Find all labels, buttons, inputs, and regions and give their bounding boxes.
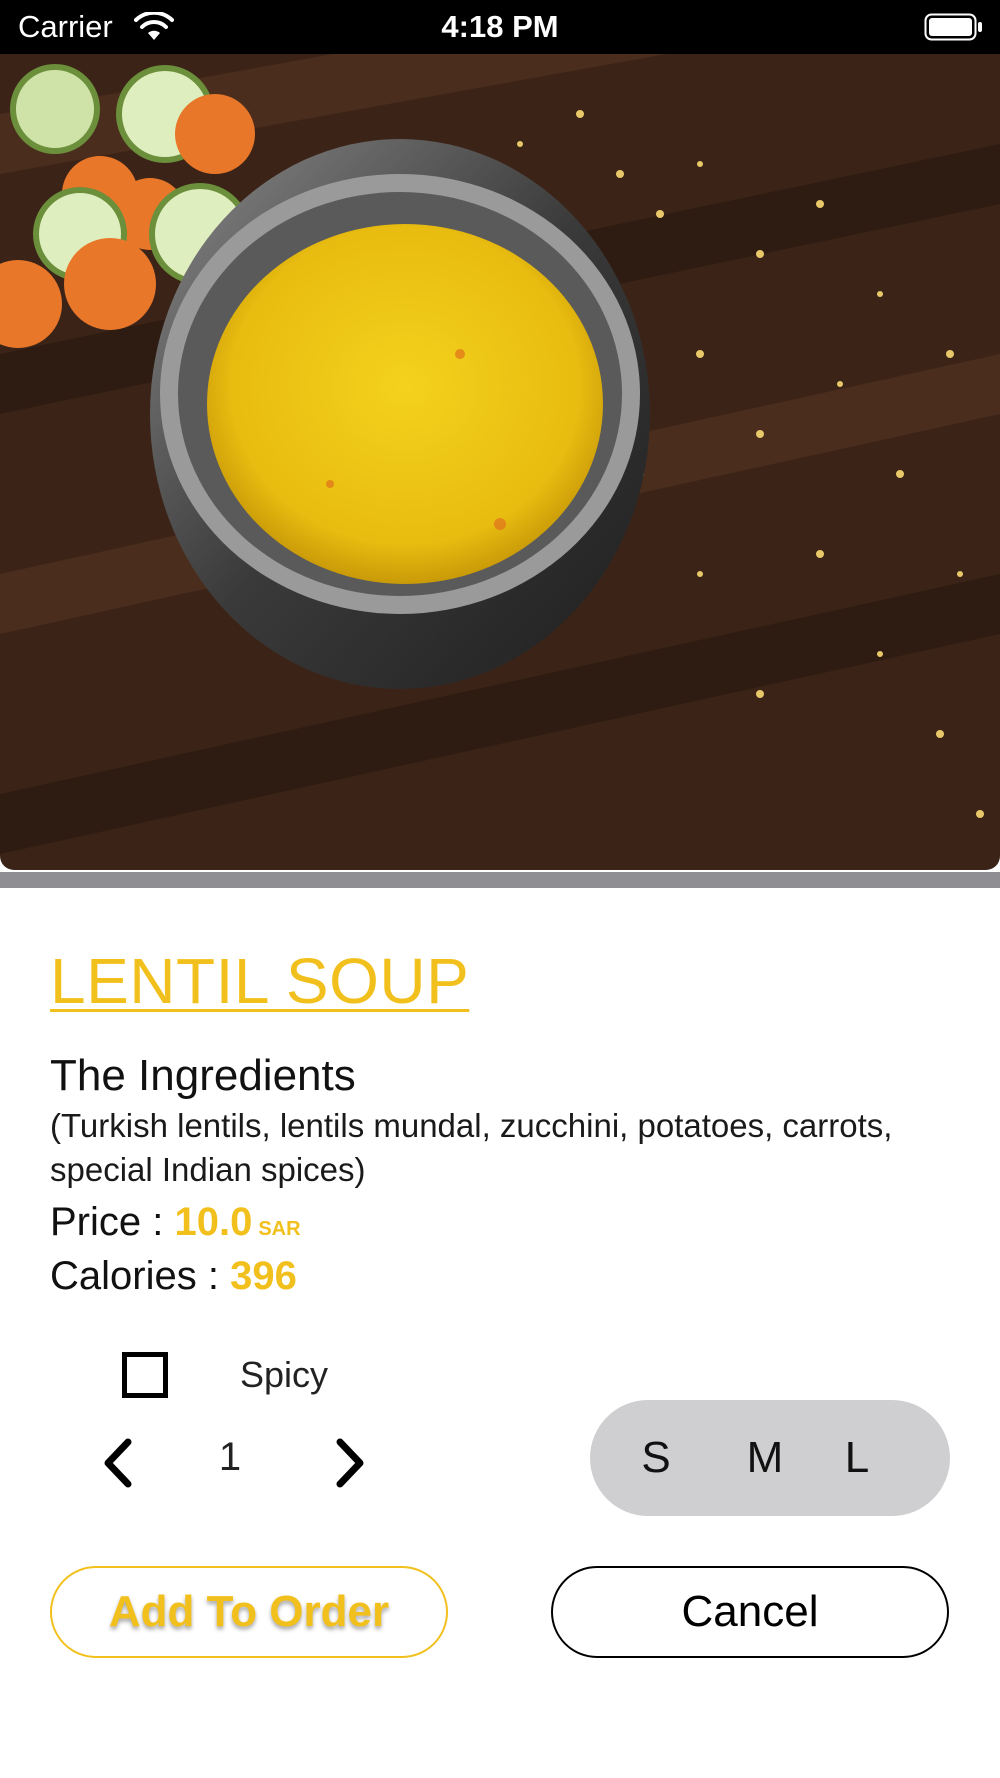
- divider: [0, 872, 1000, 888]
- price-label: Price :: [50, 1200, 164, 1244]
- quantity-increment-button[interactable]: [330, 1436, 370, 1490]
- add-to-order-button[interactable]: Add To Order: [50, 1566, 448, 1658]
- price-row: Price : 10.0 SAR: [50, 1198, 301, 1253]
- size-option-l[interactable]: L: [822, 1400, 892, 1516]
- calories-row: Calories : 396: [50, 1252, 297, 1300]
- ingredients-heading: The Ingredients: [50, 1051, 356, 1100]
- size-option-s[interactable]: S: [621, 1400, 691, 1516]
- clock-time: 4:18 PM: [441, 9, 559, 44]
- currency-label: SAR: [258, 1218, 301, 1240]
- spicy-label: Spicy: [240, 1354, 329, 1395]
- dish-title[interactable]: LENTIL SOUP: [50, 945, 469, 1017]
- chevron-left-icon: [104, 1438, 132, 1488]
- spicy-checkbox[interactable]: [122, 1352, 168, 1398]
- quantity-value: 1: [218, 1435, 242, 1479]
- size-option-m[interactable]: M: [730, 1400, 800, 1516]
- quantity-decrement-button[interactable]: [98, 1436, 138, 1490]
- calories-value: 396: [230, 1254, 297, 1298]
- status-bar: Carrier 4:18 PM: [0, 0, 1000, 54]
- size-selector[interactable]: S M L: [590, 1400, 950, 1516]
- chevron-right-icon: [336, 1438, 364, 1488]
- battery-icon: [924, 13, 984, 41]
- dish-photo: [0, 54, 1000, 870]
- price-value: 10.0: [174, 1200, 253, 1244]
- ingredients-text: (Turkish lentils, lentils mundal, zucchi…: [50, 1107, 893, 1188]
- calories-label: Calories :: [50, 1254, 219, 1298]
- cancel-button[interactable]: Cancel: [551, 1566, 949, 1658]
